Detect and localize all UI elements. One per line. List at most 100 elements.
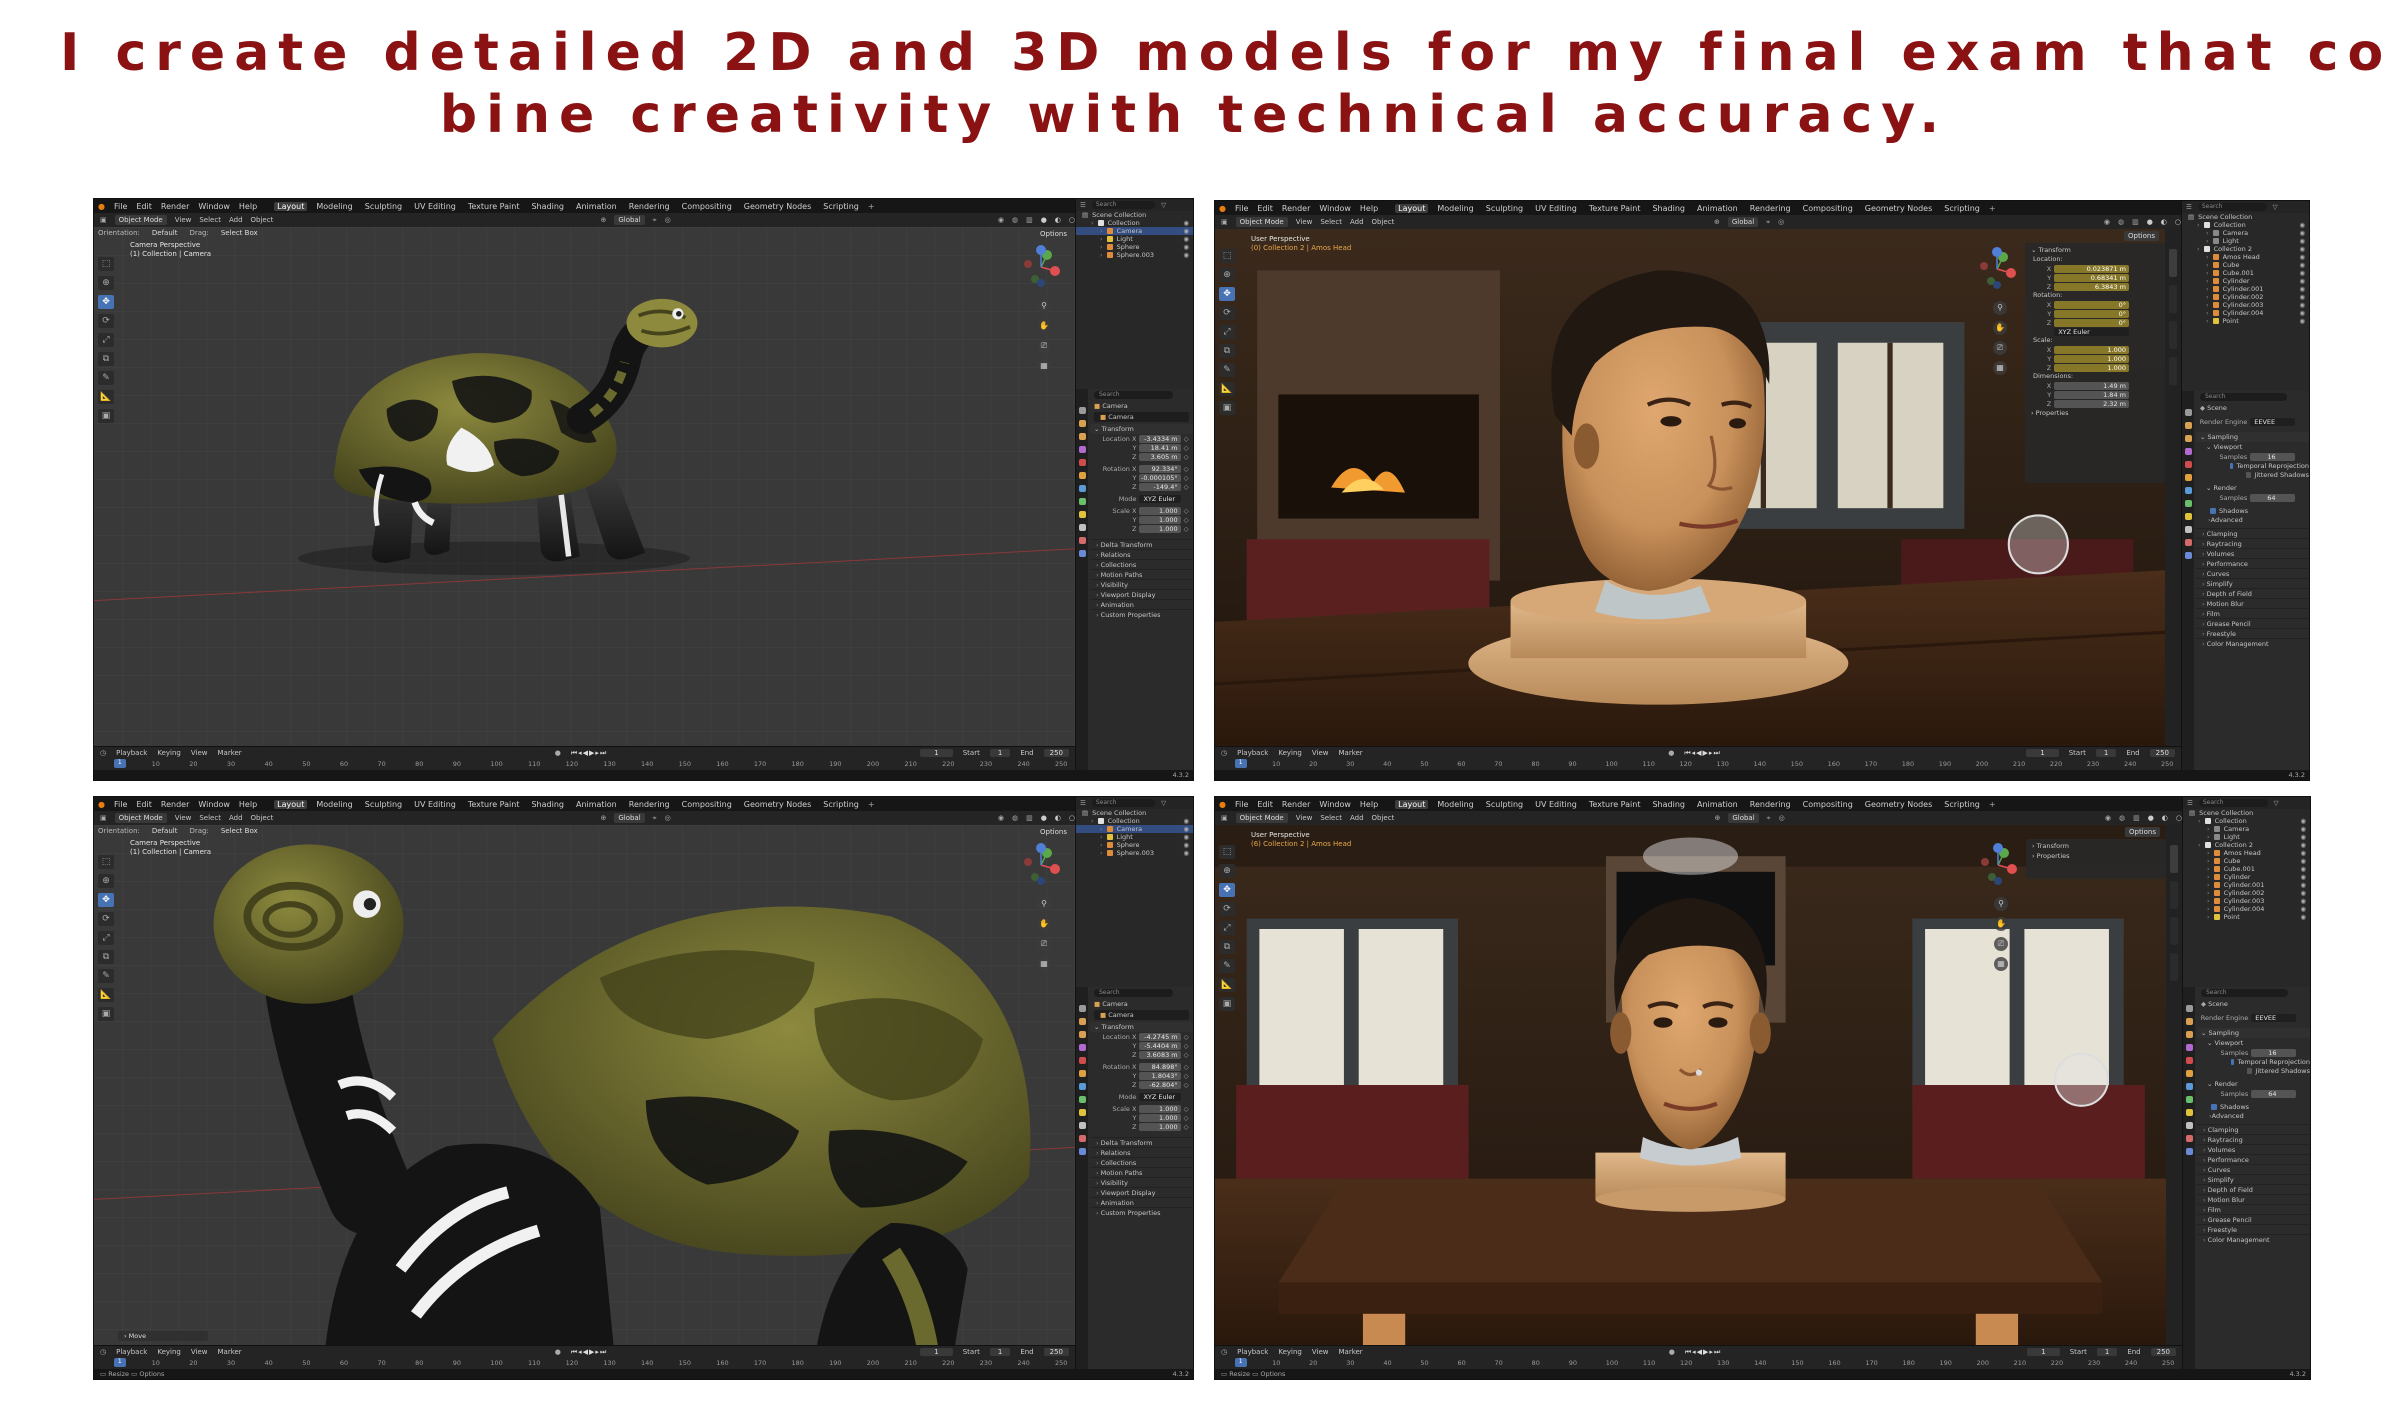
keyframe-icon[interactable]: ◇ — [1184, 1051, 1189, 1059]
annotate-icon[interactable]: ✎ — [1219, 959, 1235, 973]
tab-texture-paint[interactable]: Texture Paint — [465, 202, 523, 211]
visibility-eye-icon[interactable]: ◉ — [2300, 905, 2306, 913]
expand-arrow-icon[interactable]: › — [2207, 889, 2210, 897]
outliner-item[interactable]: › Light ◉ — [1076, 235, 1193, 243]
render-section[interactable]: › Volumes — [2197, 1144, 2310, 1154]
properties-section[interactable]: › Animation — [1090, 599, 1193, 609]
outliner-search[interactable]: Search — [1091, 799, 1156, 807]
properties-section[interactable]: › Viewport Display — [1090, 1187, 1193, 1197]
shadows-checkbox[interactable] — [2210, 508, 2216, 514]
annotate-icon[interactable]: ✎ — [98, 969, 114, 983]
render-section[interactable]: › Simplify — [2197, 1174, 2310, 1184]
collection-tab-icon[interactable] — [2184, 487, 2192, 494]
tab-modeling[interactable]: Modeling — [1434, 800, 1476, 809]
output-tab-icon[interactable] — [2185, 1031, 2193, 1038]
tab-sculpting[interactable]: Sculpting — [362, 202, 405, 211]
collapse-arrow-icon[interactable]: ⌄ — [1094, 1023, 1102, 1031]
expand-arrow-icon[interactable]: › — [2207, 865, 2210, 873]
add-workspace-icon[interactable]: + — [868, 202, 875, 211]
keyframe-icon[interactable]: ◇ — [1184, 1105, 1189, 1113]
outliner-root[interactable]: ▤ Scene Collection — [1076, 809, 1193, 817]
sidebar-tab[interactable] — [2169, 249, 2177, 277]
transform-orientation-select[interactable]: Global — [1728, 813, 1759, 823]
outliner-item[interactable]: › Cube.001 ◉ — [2182, 269, 2309, 277]
render-tab-icon[interactable] — [1078, 420, 1086, 427]
particles-tab-icon[interactable] — [2185, 1122, 2193, 1129]
editor-type-icon[interactable]: ▣ — [1221, 814, 1228, 822]
tab-shading[interactable]: Shading — [1649, 204, 1688, 213]
expand-arrow-icon[interactable]: › — [2202, 570, 2207, 578]
render-section[interactable]: › Depth of Field — [2197, 1184, 2310, 1194]
outliner-item[interactable]: › Collection 2 ◉ — [2183, 841, 2310, 849]
current-frame-field[interactable]: 1 — [920, 749, 953, 757]
expand-arrow-icon[interactable]: › — [2206, 285, 2209, 293]
visibility-eye-icon[interactable]: ◉ — [1183, 219, 1189, 227]
properties-section[interactable]: › Animation — [1090, 1197, 1193, 1207]
transform-orientation-icon[interactable]: ⊕ — [1714, 814, 1720, 822]
editor-type-icon[interactable]: ▣ — [100, 814, 107, 822]
timeline-menu-view[interactable]: View — [191, 1348, 208, 1356]
tab-sculpting[interactable]: Sculpting — [1483, 204, 1526, 213]
tab-geometry-nodes[interactable]: Geometry Nodes — [1862, 204, 1935, 213]
expand-arrow-icon[interactable]: › — [1096, 571, 1101, 579]
rotation-field-y[interactable]: -0.000105° — [1139, 474, 1181, 482]
outliner-item[interactable]: › Sphere.003 ◉ — [1076, 251, 1193, 259]
keyframe-icon[interactable]: ◇ — [1184, 465, 1189, 473]
jump-end-icon[interactable]: ⏭ — [1714, 1348, 1721, 1356]
tab-rendering[interactable]: Rendering — [626, 202, 673, 211]
transform-icon[interactable]: ⧉ — [98, 950, 114, 964]
move-icon[interactable]: ✥ — [1219, 287, 1235, 301]
current-frame-field[interactable]: 1 — [2026, 749, 2059, 757]
viewport-menu-select[interactable]: Select — [199, 814, 221, 822]
output-tab-icon[interactable] — [2184, 435, 2192, 442]
keyframe-icon[interactable]: ◇ — [1184, 474, 1189, 482]
expand-arrow-icon[interactable]: › — [2206, 277, 2209, 285]
drag-select[interactable]: Select Box — [216, 228, 262, 238]
expand-arrow-icon[interactable]: › — [1100, 849, 1103, 857]
expand-arrow-icon[interactable]: › — [1096, 1149, 1101, 1157]
expand-arrow-icon[interactable]: › — [2207, 905, 2210, 913]
outliner-editor-icon[interactable]: ☰ — [2187, 799, 2193, 807]
menu-help[interactable]: Help — [239, 202, 257, 211]
expand-arrow-icon[interactable]: › — [1096, 541, 1101, 549]
rotation-field-y[interactable]: 1.8043° — [1139, 1072, 1181, 1080]
options-button[interactable]: Options — [1035, 229, 1071, 239]
turtle-model[interactable] — [94, 825, 1075, 1345]
tab-uv-editing[interactable]: UV Editing — [1532, 800, 1580, 809]
cursor-icon[interactable]: ⊕ — [1219, 268, 1235, 282]
render-samples-field[interactable]: 64 — [2251, 1090, 2297, 1098]
annotate-icon[interactable]: ✎ — [1219, 363, 1235, 377]
visibility-eye-icon[interactable]: ◉ — [1183, 235, 1189, 243]
mode-select[interactable]: Object Mode — [114, 813, 167, 823]
expand-arrow-icon[interactable]: › — [1096, 1189, 1101, 1197]
visibility-eye-icon[interactable]: ◉ — [2299, 301, 2305, 309]
scale-field-x[interactable]: 1.000 — [1139, 1105, 1181, 1113]
rotation-field-x[interactable]: 84.898° — [1139, 1063, 1181, 1071]
viewport-menu-view[interactable]: View — [1296, 218, 1313, 226]
expand-arrow-icon[interactable]: › — [1100, 825, 1103, 833]
proportional-edit-icon[interactable]: ◎ — [1778, 218, 1784, 226]
sidebar-tab[interactable] — [2170, 917, 2178, 945]
tab-uv-editing[interactable]: UV Editing — [411, 202, 459, 211]
expand-arrow-icon[interactable]: › — [1100, 235, 1103, 243]
jump-end-icon[interactable]: ⏭ — [600, 1348, 607, 1356]
expand-arrow-icon[interactable]: › — [2202, 610, 2207, 618]
viewport-menu-object[interactable]: Object — [251, 814, 274, 822]
sampling-section[interactable]: ⌄ Sampling — [2197, 1028, 2310, 1038]
navigation-gizmo[interactable] — [1019, 843, 1063, 887]
visibility-eye-icon[interactable]: ◉ — [1183, 243, 1189, 251]
outliner-item[interactable]: › Light ◉ — [2182, 237, 2309, 245]
keyframe-icon[interactable]: ◇ — [1184, 1081, 1189, 1089]
shading-solid-icon[interactable]: ● — [1041, 216, 1047, 224]
sidebar-tab[interactable] — [2170, 845, 2178, 873]
add-cube-icon[interactable]: ▣ — [1219, 997, 1235, 1011]
expand-arrow-icon[interactable]: › — [124, 1332, 129, 1340]
expand-arrow-icon[interactable]: › — [1096, 1199, 1101, 1207]
location-field-x[interactable]: -3.4334 m — [1139, 435, 1181, 443]
timeline-ruler[interactable]: 0102030405060708090100110120130140150160… — [94, 1358, 1075, 1368]
3d-viewport[interactable]: User Perspective (0) Collection 2 | Amos … — [1215, 229, 2165, 746]
outliner-item[interactable]: › Camera ◉ — [1076, 227, 1193, 235]
tab-modeling[interactable]: Modeling — [1434, 204, 1476, 213]
keyframe-icon[interactable]: ◇ — [1184, 1063, 1189, 1071]
render-engine-select[interactable]: EEVEE — [2250, 418, 2296, 426]
